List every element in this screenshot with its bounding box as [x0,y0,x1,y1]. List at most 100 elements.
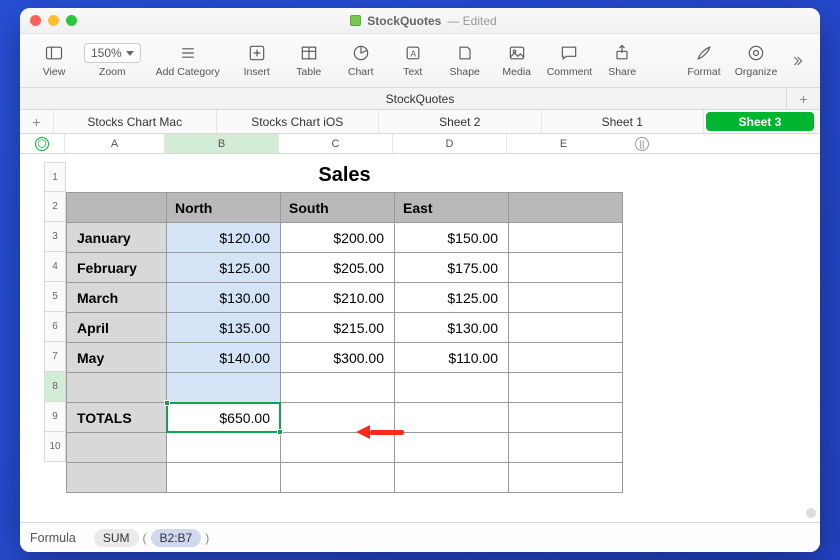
table-title[interactable]: Sales [66,162,623,192]
header-empty[interactable] [509,193,623,223]
cell[interactable]: $135.00 [167,313,281,343]
formula-content[interactable]: SUM ( B2:B7 ) [94,529,211,547]
row-2[interactable]: 2 [44,192,66,222]
cell[interactable]: $205.00 [281,253,395,283]
cell[interactable]: $125.00 [167,253,281,283]
row-6[interactable]: 6 [44,312,66,342]
row-4[interactable]: 4 [44,252,66,282]
cell[interactable] [509,283,623,313]
row-label[interactable]: March [67,283,167,313]
row-5[interactable]: 5 [44,282,66,312]
cell[interactable] [509,253,623,283]
cell[interactable] [167,373,281,403]
add-category-button[interactable]: Add Category [149,43,227,78]
cell[interactable] [509,313,623,343]
cell[interactable]: $150.00 [395,223,509,253]
minimize-icon[interactable] [48,15,59,26]
tab-stocks-chart-mac[interactable]: Stocks Chart Mac [54,110,217,133]
col-C[interactable]: C [278,134,392,153]
tab-sheet-1[interactable]: Sheet 1 [542,110,705,133]
cell[interactable]: $215.00 [281,313,395,343]
selection-handle[interactable] [277,429,283,435]
row-label[interactable]: April [67,313,167,343]
format-button[interactable]: Format [682,43,726,78]
cell[interactable]: $130.00 [395,313,509,343]
close-icon[interactable] [30,15,41,26]
cell[interactable] [395,433,509,463]
cell[interactable] [395,403,509,433]
view-button[interactable]: View [32,43,76,78]
cell[interactable] [167,433,281,463]
cell[interactable] [509,433,623,463]
totals-cell[interactable]: $650.00 [167,403,281,433]
col-D[interactable]: D [392,134,506,153]
shape-button[interactable]: Shape [443,43,487,78]
organize-button[interactable]: Organize [734,43,778,78]
header-north[interactable]: North [167,193,281,223]
new-tab-button[interactable]: + [20,110,54,133]
cell[interactable]: $130.00 [167,283,281,313]
row-9[interactable]: 9 [44,402,66,432]
cell[interactable]: $140.00 [167,343,281,373]
cell[interactable]: $210.00 [281,283,395,313]
add-sheet-button[interactable]: + [786,88,820,110]
cell[interactable] [509,403,623,433]
totals-value: $650.00 [219,410,270,426]
callout-arrow-icon [356,425,404,439]
row-label[interactable]: February [67,253,167,283]
sheet-canvas[interactable]: 1 2 3 4 5 6 7 8 9 10 Sales North South E… [20,154,820,522]
cell[interactable] [67,433,167,463]
col-E[interactable]: E [506,134,620,153]
select-all-handle[interactable]: 〇 [20,134,64,153]
cell[interactable] [281,373,395,403]
tab-stocks-chart-ios[interactable]: Stocks Chart iOS [217,110,380,133]
chart-button[interactable]: Chart [339,43,383,78]
cell[interactable] [67,463,167,493]
tab-sheet-2[interactable]: Sheet 2 [379,110,542,133]
col-B[interactable]: B [164,134,278,153]
overflow-button[interactable] [786,51,808,71]
cell[interactable] [281,463,395,493]
cell[interactable]: $300.00 [281,343,395,373]
col-A[interactable]: A [64,134,164,153]
fullscreen-icon[interactable] [66,15,77,26]
cell[interactable] [395,463,509,493]
totals-label[interactable]: TOTALS [67,403,167,433]
header-east[interactable]: East [395,193,509,223]
cell[interactable]: $125.00 [395,283,509,313]
cell[interactable]: $110.00 [395,343,509,373]
zoom-button[interactable]: 150% Zoom [84,43,141,78]
document-name[interactable]: StockQuotes [386,92,455,106]
cell[interactable] [395,373,509,403]
cell[interactable] [67,373,167,403]
document-icon [350,15,361,26]
header-blank[interactable] [67,193,167,223]
tab-sheet-3[interactable]: Sheet 3 [706,112,814,131]
selection-handle[interactable] [164,400,170,406]
row-8[interactable]: 8 [44,372,66,402]
table-button[interactable]: Table [287,43,331,78]
cell[interactable] [167,463,281,493]
row-3[interactable]: 3 [44,222,66,252]
row-label[interactable]: May [67,343,167,373]
row-headers: 1 2 3 4 5 6 7 8 9 10 [44,162,66,522]
media-button[interactable]: Media [495,43,539,78]
row-label[interactable]: January [67,223,167,253]
column-layers-handle[interactable]: || [620,134,664,153]
insert-button[interactable]: Insert [235,43,279,78]
cell[interactable]: $200.00 [281,223,395,253]
row-7[interactable]: 7 [44,342,66,372]
comment-button[interactable]: Comment [547,43,593,78]
row-1[interactable]: 1 [44,162,66,192]
cell[interactable] [509,223,623,253]
header-south[interactable]: South [281,193,395,223]
cell[interactable] [509,373,623,403]
row-10[interactable]: 10 [44,432,66,462]
cell[interactable] [509,343,623,373]
sidebar-icon [44,43,64,63]
cell[interactable]: $120.00 [167,223,281,253]
cell[interactable]: $175.00 [395,253,509,283]
share-button[interactable]: Share [600,43,644,78]
cell[interactable] [509,463,623,493]
text-button[interactable]: A Text [391,43,435,78]
